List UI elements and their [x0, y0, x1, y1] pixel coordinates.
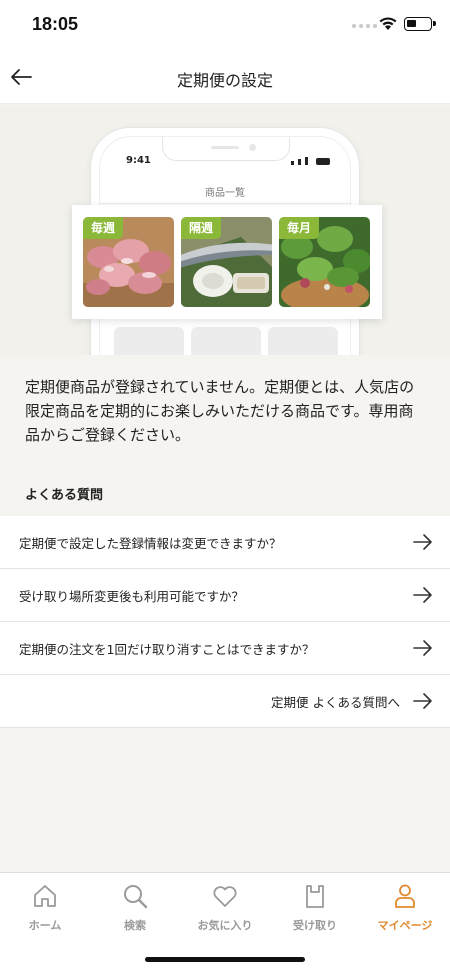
arrow-right-icon [413, 693, 432, 709]
phone-screen-title: 商品一覧 [205, 188, 245, 199]
bag-icon [306, 885, 324, 908]
status-time: 18:05 [32, 14, 79, 34]
fish-image: 隔週 [181, 217, 272, 307]
faq-item-label: 定期便の注文を1回だけ取り消すことはできますか？ [19, 641, 315, 657]
search-icon [124, 885, 148, 909]
navigation-bar: 定期便の設定 [0, 50, 450, 104]
faq-list: 定期便で設定した登録情報は変更できますか？ 受け取り場所変更後も利用可能ですか？… [0, 516, 450, 728]
phone-status-icons [291, 157, 330, 165]
faq-more-link[interactable]: 定期便 よくある質問へ [0, 675, 450, 728]
page-title: 定期便の設定 [176, 71, 273, 90]
meat-image: 毎週 [83, 217, 174, 307]
tab-home-label: ホーム [28, 919, 62, 932]
frequency-tag: 毎月 [279, 217, 320, 239]
tab-search[interactable]: 検索 [90, 881, 180, 937]
signal-icon [352, 24, 377, 28]
tab-mypage-label: マイページ [377, 919, 433, 932]
wifi-icon [379, 17, 397, 30]
tab-search-label: 検索 [124, 919, 146, 932]
battery-icon [404, 17, 436, 31]
placeholder-card [268, 327, 338, 355]
product-showcase: 毎週 隔週 毎月 [72, 205, 382, 319]
heart-icon [213, 886, 237, 907]
placeholder-card [191, 327, 261, 355]
frequency-tag: 隔週 [181, 217, 222, 239]
phone-time: 9:41 [126, 155, 151, 166]
faq-item[interactable]: 定期便で設定した登録情報は変更できますか？ [0, 516, 450, 569]
phone-notch [162, 137, 290, 161]
home-icon [34, 885, 56, 907]
tab-favorites-label: お気に入り [197, 919, 253, 932]
tab-bar: ホーム 検索 お気に入り 受け取り マイページ [0, 872, 450, 972]
faq-heading: よくある質問 [25, 488, 104, 503]
tab-pickup-label: 受け取り [293, 919, 337, 932]
faq-item[interactable]: 受け取り場所変更後も利用可能ですか？ [0, 569, 450, 622]
tab-pickup[interactable]: 受け取り [270, 881, 360, 937]
empty-state-description: 定期便商品が登録されていません。定期便とは、人気店の限定商品を定期的にお楽しみい… [25, 378, 415, 444]
arrow-right-icon [413, 587, 432, 603]
faq-item-label: 受け取り場所変更後も利用可能ですか？ [19, 588, 245, 604]
tab-favorites[interactable]: お気に入り [180, 881, 270, 937]
vegetables-image: 毎月 [279, 217, 370, 307]
placeholder-card [114, 327, 184, 355]
arrow-right-icon [413, 534, 432, 550]
faq-more-label: 定期便 よくある質問へ [271, 694, 400, 710]
frequency-tag: 毎週 [83, 217, 124, 239]
tab-mypage[interactable]: マイページ [360, 881, 450, 937]
faq-item-label: 定期便で設定した登録情報は変更できますか？ [19, 535, 282, 551]
home-indicator [145, 957, 305, 962]
person-icon [395, 884, 415, 908]
hero-illustration: 9:41 商品一覧 毎週 隔週 毎月 [0, 105, 450, 355]
tab-home[interactable]: ホーム [0, 881, 90, 937]
faq-item[interactable]: 定期便の注文を1回だけ取り消すことはできますか？ [0, 622, 450, 675]
arrow-right-icon [413, 640, 432, 656]
status-bar: 18:05 [0, 0, 450, 50]
